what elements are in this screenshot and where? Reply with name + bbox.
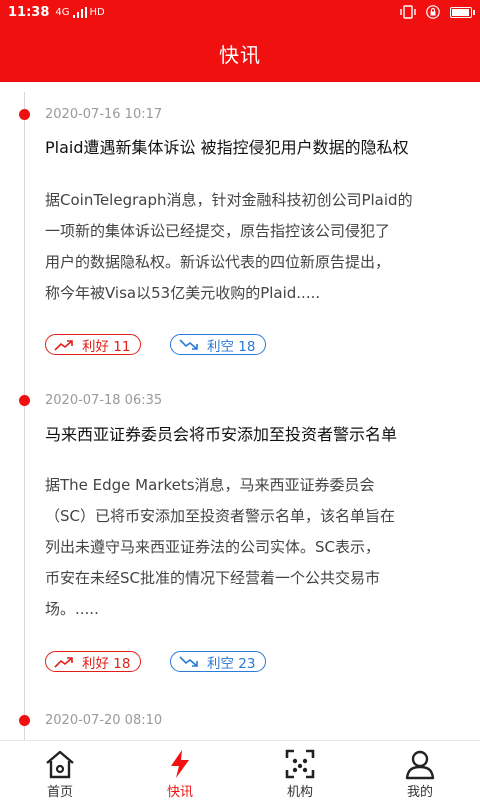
news-body-line: 场。..... <box>45 600 99 618</box>
page-header: 快讯 <box>0 24 480 82</box>
home-icon <box>43 747 77 780</box>
news-title[interactable]: Plaid遭遇新集体诉讼 被指控侵犯用户数据的隐私权 <box>45 134 452 158</box>
lightning-icon <box>163 747 197 780</box>
timeline-line <box>24 92 25 740</box>
bullish-count: 利好 11 <box>82 338 131 355</box>
tab-label: 机构 <box>286 785 313 800</box>
news-feed[interactable]: 2020-07-16 10:17 Plaid遭遇新集体诉讼 被指控侵犯用户数据的… <box>0 82 480 740</box>
user-icon <box>403 747 437 780</box>
battery-icon <box>450 6 475 18</box>
timeline-dot <box>19 395 30 406</box>
tab-label: 我的 <box>406 785 433 800</box>
trend-down-icon <box>179 338 198 350</box>
trend-up-icon <box>54 339 73 351</box>
news-body-line: （SC）已将币安添加至投资者警示名单，该名单旨在 <box>45 507 395 525</box>
page-title: 快讯 <box>219 42 261 67</box>
news-body-line: 列出未遵守马来西亚证券法的公司实体。SC表示， <box>45 538 380 556</box>
tab-label: 快讯 <box>166 785 193 800</box>
news-body-line: 据The Edge Markets消息，马来西亚证券委员会 <box>45 476 375 494</box>
scan-icon <box>283 747 317 780</box>
news-time: 2020-07-18 06:35 <box>45 393 163 408</box>
bearish-button[interactable]: 利空 18 <box>170 334 267 355</box>
tab-flash-news[interactable]: 快讯 <box>120 741 240 800</box>
news-body[interactable]: 据CoinTelegraph消息，针对金融科技初创公司Plaid的 一项新的集体… <box>45 185 458 309</box>
timeline-dot <box>19 109 30 120</box>
news-body-line: 据CoinTelegraph消息，针对金融科技初创公司Plaid的 <box>45 191 413 209</box>
status-bar: 11:38 4G HD <box>0 0 480 24</box>
bearish-count: 利空 18 <box>207 338 256 355</box>
status-time: 11:38 <box>8 4 50 20</box>
tab-label: 首页 <box>46 785 73 800</box>
news-body-line: 用户的数据隐私权。新诉讼代表的四位新原告提出， <box>45 253 391 271</box>
news-time: 2020-07-20 08:10 <box>45 713 163 728</box>
bearish-count: 利空 23 <box>207 655 256 672</box>
bottom-tab-bar: 首页 快讯 机构 我的 <box>0 740 480 800</box>
bearish-button[interactable]: 利空 23 <box>170 651 267 672</box>
vibrate-icon <box>400 5 416 19</box>
bullish-button[interactable]: 利好 18 <box>45 651 142 672</box>
tab-home[interactable]: 首页 <box>0 741 120 800</box>
trend-down-icon <box>179 655 198 667</box>
news-body-line: 称今年被Visa以53亿美元收购的Plaid..... <box>45 284 321 302</box>
tab-institutions[interactable]: 机构 <box>240 741 360 800</box>
news-body-line: 一项新的集体诉讼已经提交，原告指控该公司侵犯了 <box>45 222 391 240</box>
lock-icon <box>426 5 440 19</box>
signal-indicator: 4G HD <box>55 6 105 18</box>
news-body[interactable]: 据The Edge Markets消息，马来西亚证券委员会 （SC）已将币安添加… <box>45 470 458 625</box>
news-body-line: 币安在未经SC批准的情况下经营着一个公共交易市 <box>45 569 380 587</box>
signal-bars-icon <box>72 6 87 18</box>
news-title[interactable]: 马来西亚证券委员会将币安添加至投资者警示名单 <box>45 421 452 445</box>
timeline-dot <box>19 715 30 726</box>
network-type: 4G <box>55 6 70 18</box>
tab-profile[interactable]: 我的 <box>360 741 480 800</box>
trend-up-icon <box>54 656 73 668</box>
news-time: 2020-07-16 10:17 <box>45 107 163 122</box>
bullish-count: 利好 18 <box>82 655 131 672</box>
hd-indicator: HD <box>89 6 105 18</box>
bullish-button[interactable]: 利好 11 <box>45 334 142 355</box>
